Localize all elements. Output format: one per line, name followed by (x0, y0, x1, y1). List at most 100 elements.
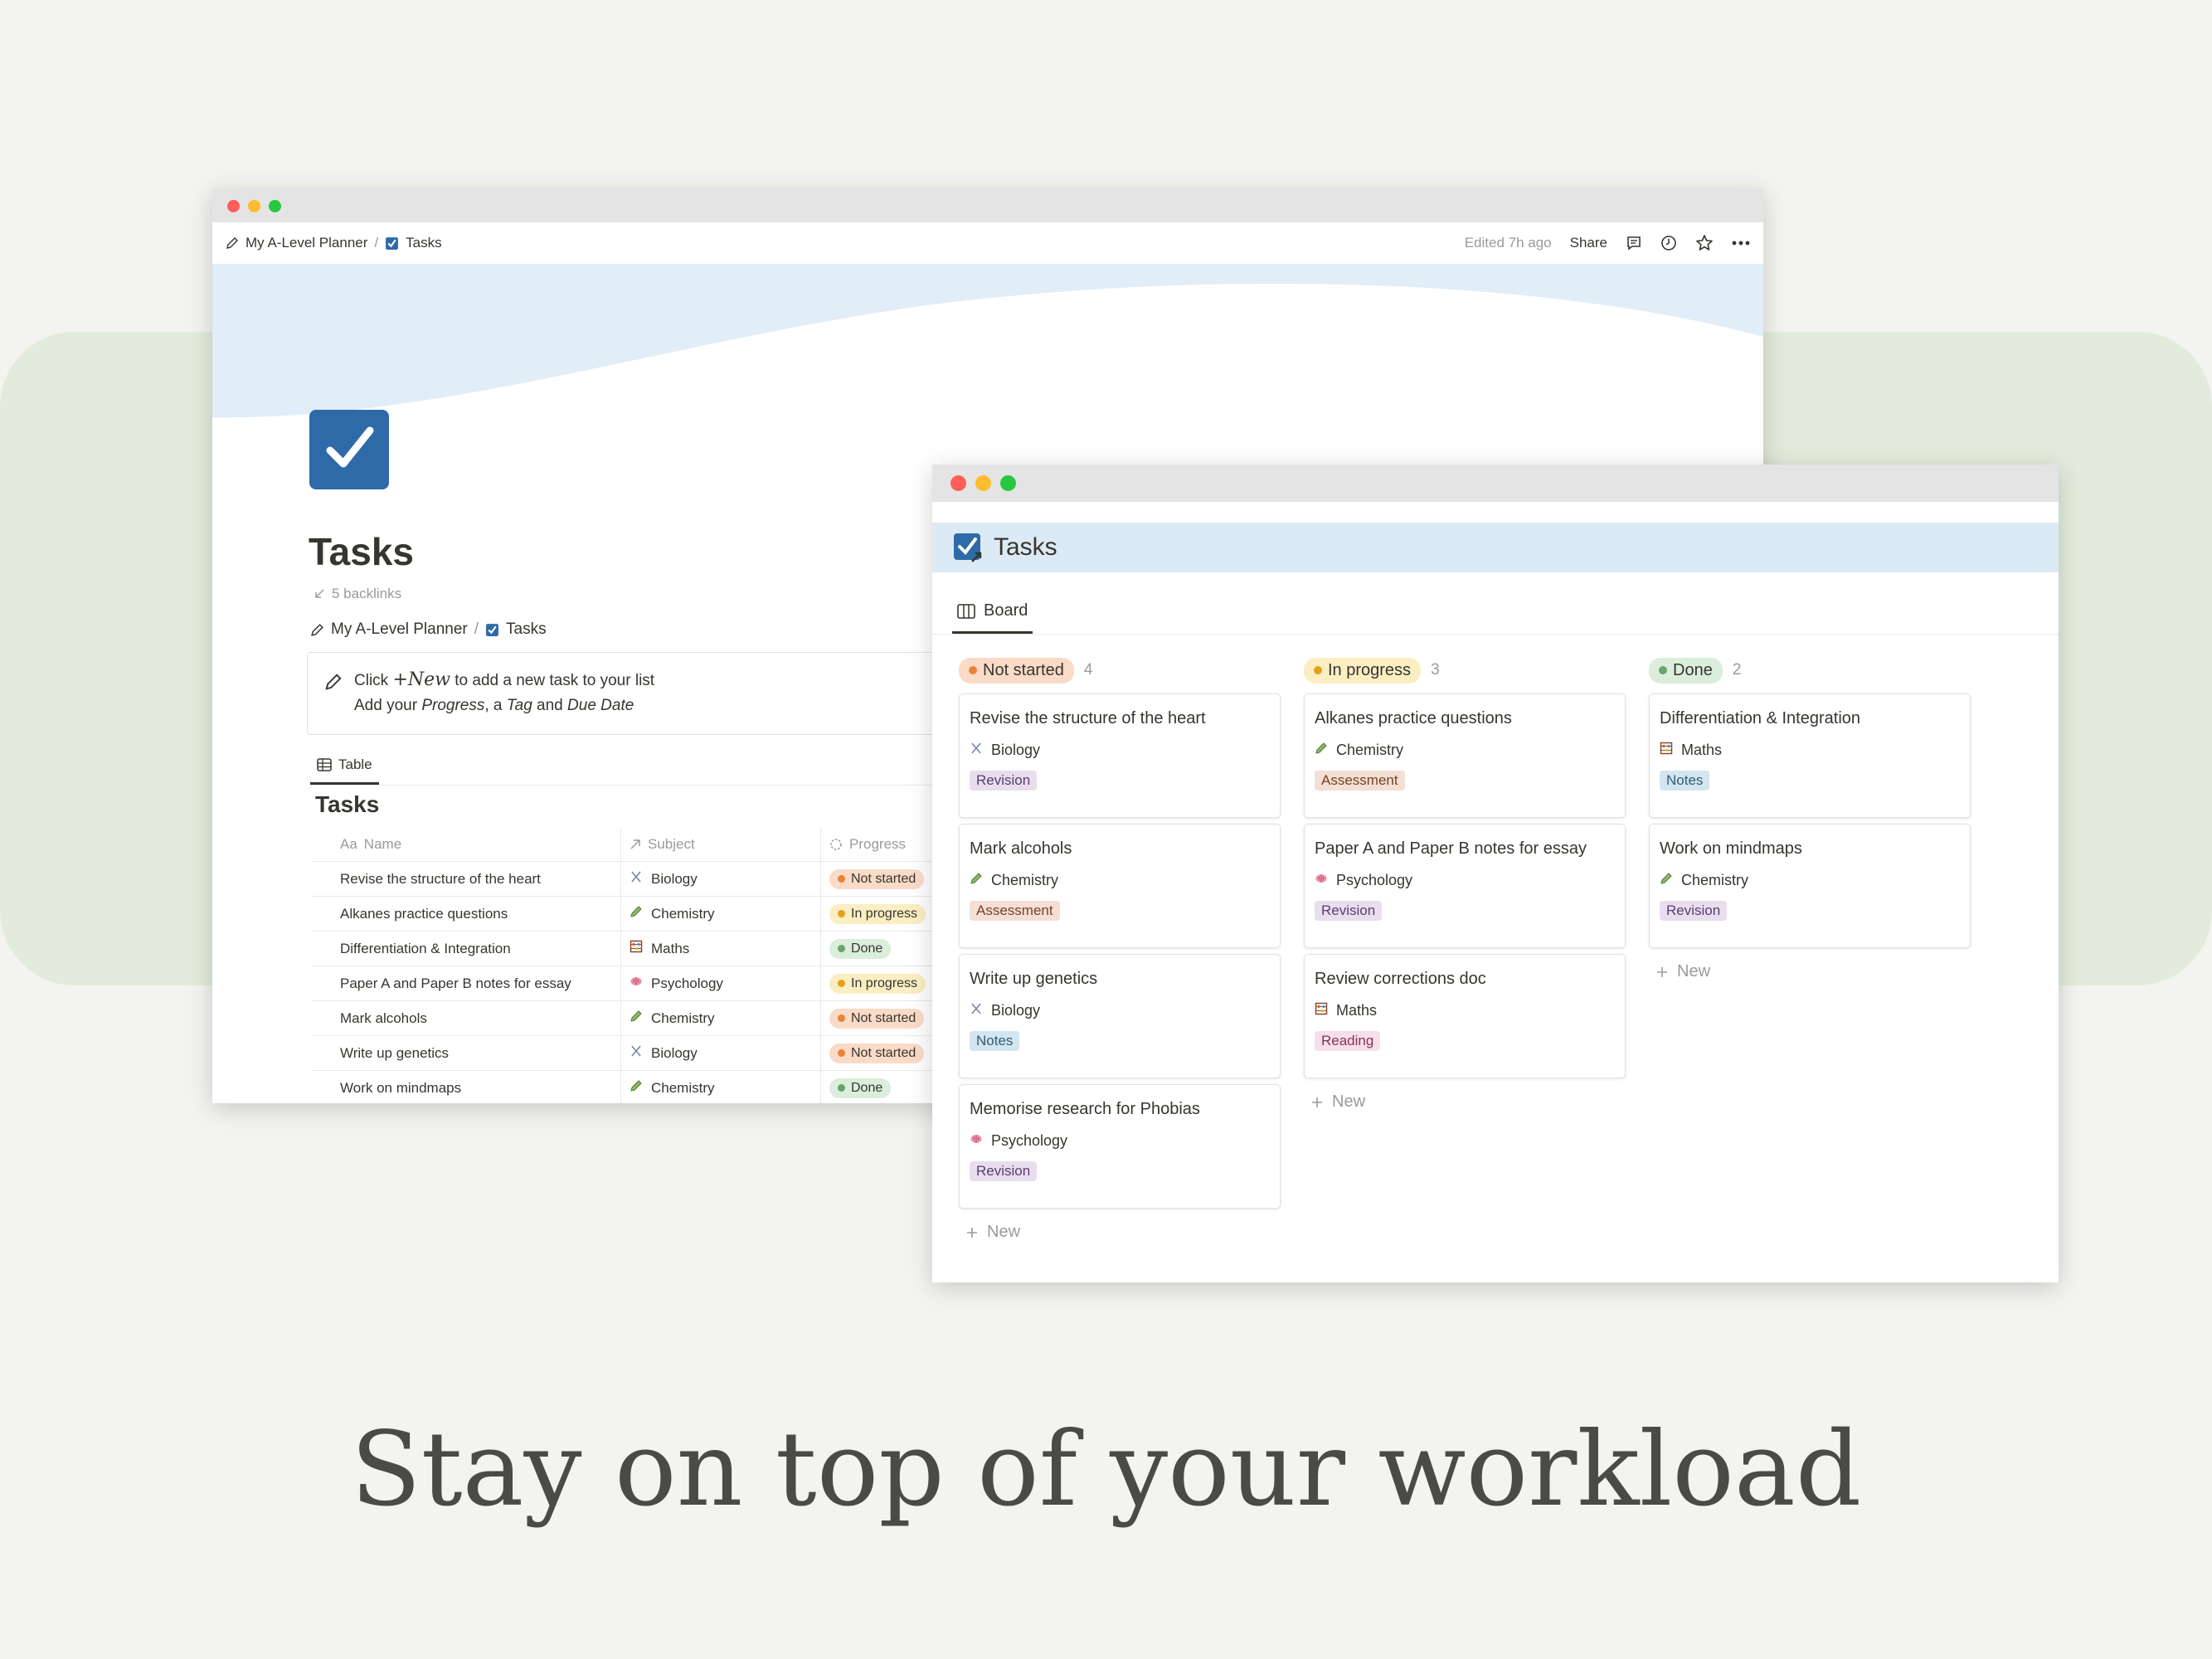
card-subject: Maths (1660, 742, 1960, 759)
callout-line1-post: to add a new task to your list (455, 672, 655, 689)
column-header[interactable]: Not started 4 (959, 654, 1281, 687)
clock-icon[interactable] (1660, 235, 1677, 251)
backlinks-label: 5 backlinks (332, 586, 402, 601)
board-column-in-progress: In progress 3 Alkanes practice questions Ch… (1304, 654, 1626, 1250)
page-breadcrumb-separator: / (474, 620, 479, 638)
board-card[interactable]: Differentiation & Integration Maths Notes (1649, 693, 1971, 818)
column-header-name[interactable]: Aa Name (312, 828, 621, 862)
board-card[interactable]: Memorise research for Phobias Psychology R… (959, 1084, 1281, 1209)
subject-label: Maths (651, 940, 690, 956)
card-title: Revise the structure of the heart (970, 709, 1206, 727)
subject-cell[interactable]: Chemistry (620, 896, 821, 932)
subject-cell[interactable]: Psychology (620, 966, 821, 1001)
card-title: Differentiation & Integration (1660, 709, 1861, 727)
share-button[interactable]: Share (1570, 235, 1607, 251)
abacus-icon (1660, 742, 1673, 759)
board-view-window: Tasks Board Not started 4 Revise the struc… (932, 465, 2059, 1282)
column-count: 2 (1732, 661, 1742, 679)
breadcrumb-root[interactable]: My A-Level Planner (246, 235, 367, 251)
card-subject: Biology (970, 742, 1270, 759)
subject-cell[interactable]: Chemistry (620, 1070, 821, 1103)
card-title: Paper A and Paper B notes for essay (1315, 839, 1587, 858)
column-header-subject[interactable]: Subject (620, 828, 821, 862)
new-card-label: New (1332, 1092, 1366, 1111)
pencil-icon (630, 905, 643, 922)
table-title: Tasks (315, 791, 380, 817)
task-name-cell[interactable]: Paper A and Paper B notes for essay (312, 966, 621, 1001)
task-name: Write up genetics (340, 1044, 450, 1061)
task-name-cell[interactable]: Work on mindmaps (312, 1070, 621, 1103)
more-icon[interactable] (1732, 241, 1750, 246)
board-card[interactable]: Mark alcohols Chemistry Assessment (959, 824, 1281, 948)
column-label: In progress (1328, 660, 1412, 679)
column-label: Not started (983, 660, 1064, 679)
pencil-icon (1315, 742, 1328, 759)
new-card-button[interactable]: New (959, 1214, 1281, 1250)
subject-label: Psychology (1336, 872, 1413, 888)
pencil-icon (1660, 872, 1673, 889)
status-label: In progress (851, 906, 918, 921)
tab-board[interactable]: Board (952, 591, 1033, 634)
subject-cell[interactable]: Biology (620, 1035, 821, 1071)
subject-label: Chemistry (651, 1079, 715, 1096)
status-icon (830, 839, 842, 850)
breadcrumb-page[interactable]: Tasks (406, 235, 441, 251)
board-card[interactable]: Review corrections doc Maths Reading (1304, 954, 1626, 1078)
task-name-cell[interactable]: Differentiation & Integration (312, 931, 621, 966)
board-title[interactable]: Tasks (994, 533, 1057, 562)
board-card[interactable]: Work on mindmaps Chemistry Revision (1649, 824, 1971, 948)
new-card-button[interactable]: New (1304, 1084, 1626, 1120)
subject-label: Biology (651, 870, 698, 887)
board-card[interactable]: Revise the structure of the heart Biology… (959, 693, 1281, 818)
column-label: Done (1673, 660, 1713, 679)
column-header[interactable]: Done 2 (1649, 654, 1971, 687)
subject-label: Biology (651, 1044, 698, 1061)
board-card[interactable]: Write up genetics Biology Notes (959, 954, 1281, 1078)
status-label: In progress (851, 975, 918, 990)
close-window-button[interactable] (950, 475, 966, 491)
column-header[interactable]: In progress 3 (1304, 654, 1626, 687)
board-card[interactable]: Paper A and Paper B notes for essay Psych… (1304, 824, 1626, 948)
subject-cell[interactable]: Maths (620, 931, 821, 966)
subject-cell[interactable]: Chemistry (620, 1000, 821, 1036)
status-dot (838, 1014, 845, 1022)
board-column-not-started: Not started 4 Revise the structure of the … (959, 654, 1281, 1250)
backlinks[interactable]: 5 backlinks (314, 586, 401, 602)
column-count: 3 (1431, 661, 1440, 679)
dna-icon (630, 1044, 643, 1062)
callout-tag: Tag (506, 697, 532, 714)
close-window-button[interactable] (227, 199, 240, 212)
page-breadcrumb-root[interactable]: My A-Level Planner (331, 620, 468, 639)
subject-label: Psychology (651, 975, 723, 991)
table-icon (317, 757, 332, 771)
headline: Stay on top of your workload (350, 1410, 1862, 1530)
subject-label: Maths (1336, 1002, 1378, 1019)
subject-label: Chemistry (1681, 872, 1749, 888)
task-name-cell[interactable]: Alkanes practice questions (312, 896, 621, 932)
subject-label: Biology (991, 742, 1041, 758)
arrow-icon (315, 589, 324, 598)
minimize-window-button[interactable] (975, 475, 991, 491)
tag-badge: Notes (970, 1031, 1020, 1051)
task-name-cell[interactable]: Write up genetics (312, 1035, 621, 1071)
subject-cell[interactable]: Biology (620, 861, 821, 897)
column-subject-label: Subject (648, 836, 695, 852)
dna-icon (970, 742, 983, 759)
card-subject: Biology (970, 1002, 1270, 1019)
minimize-window-button[interactable] (248, 199, 260, 212)
star-icon[interactable] (1695, 234, 1714, 252)
page-breadcrumb-page[interactable]: Tasks (506, 620, 547, 639)
maximize-window-button[interactable] (1000, 475, 1016, 491)
task-name: Alkanes practice questions (340, 905, 508, 922)
card-title: Memorise research for Phobias (970, 1100, 1200, 1118)
tab-table[interactable]: Table (310, 747, 379, 785)
new-card-button[interactable]: New (1649, 954, 1971, 990)
brain-icon (970, 1132, 983, 1150)
task-name-cell[interactable]: Revise the structure of the heart (312, 861, 621, 897)
task-name-cell[interactable]: Mark alcohols (312, 1000, 621, 1036)
card-title: Alkanes practice questions (1315, 709, 1512, 727)
comment-icon[interactable] (1626, 235, 1642, 251)
status-label: Done (851, 941, 883, 956)
board-card[interactable]: Alkanes practice questions Chemistry Asses… (1304, 693, 1626, 818)
maximize-window-button[interactable] (269, 199, 281, 212)
